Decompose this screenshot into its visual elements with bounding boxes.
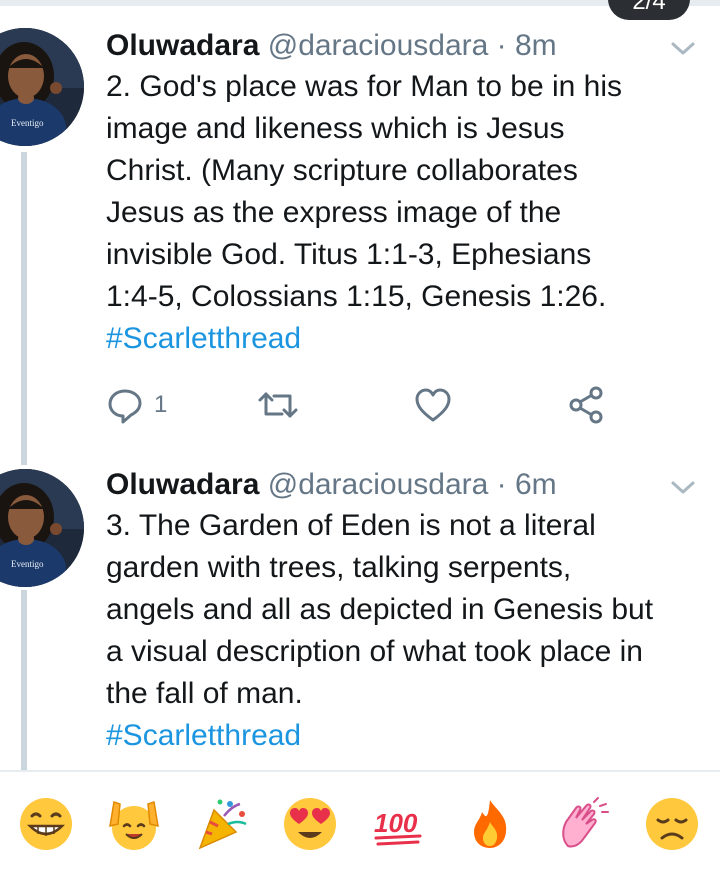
retweet-icon	[258, 392, 298, 418]
chevron-down-icon[interactable]	[668, 477, 698, 497]
author-name[interactable]: Oluwadara	[106, 468, 259, 501]
like-button[interactable]	[414, 385, 452, 425]
tweet-header: Oluwadara @daraciousdara · 6m	[106, 467, 557, 503]
tweet-line: Christ. (Many scripture collaborates	[106, 154, 578, 187]
tweet-line: 2. God's place was for Man to be in his	[106, 70, 622, 103]
share-icon	[569, 386, 603, 424]
tweet-line: garden with trees, talking serpents,	[106, 551, 572, 584]
tweet-time: · 8m	[496, 29, 557, 62]
tweet-line: invisible God. Titus 1:1-3, Ephesians	[106, 238, 592, 271]
author-handle[interactable]: @daraciousdara	[268, 29, 489, 62]
thread-line	[21, 590, 27, 770]
raising-hands-emoji[interactable]	[106, 796, 162, 852]
thread-line	[21, 152, 27, 465]
tweet-line: image and likeness which is Jesus	[106, 112, 565, 145]
tweet-1[interactable]: Eventigo Oluwadara @daraciousdara · 8m 2…	[0, 0, 720, 465]
fire-emoji[interactable]	[462, 796, 518, 852]
chevron-down-icon[interactable]	[668, 38, 698, 58]
party-popper-emoji[interactable]	[194, 796, 250, 852]
tweet-time: · 6m	[496, 468, 557, 501]
hashtag-link[interactable]: #Scarletthread	[106, 318, 706, 360]
svg-text:100: 100	[374, 808, 418, 838]
disappointed-face-emoji[interactable]	[644, 796, 700, 852]
tweet-line: 3. The Garden of Eden is not a literal	[106, 509, 596, 542]
retweet-button[interactable]	[256, 385, 300, 425]
tweet-text: 2. God's place was for Man to be in his …	[106, 66, 706, 360]
reply-icon	[108, 389, 142, 424]
author-name[interactable]: Oluwadara	[106, 29, 259, 62]
reply-button[interactable]: 1	[106, 385, 167, 425]
hashtag-link[interactable]: #Scarletthread	[106, 715, 706, 757]
tweet-2[interactable]: Eventigo Oluwadara @daraciousdara · 6m 3…	[0, 465, 720, 770]
clapping-hands-emoji[interactable]	[554, 796, 610, 852]
share-button[interactable]	[566, 385, 606, 425]
tweet-line: Jesus as the express image of the	[106, 196, 562, 229]
reply-count: 1	[154, 391, 168, 418]
heart-eyes-emoji[interactable]	[282, 796, 338, 852]
tweet-header: Oluwadara @daraciousdara · 8m	[106, 28, 557, 64]
avatar-logo-text: Eventigo	[11, 118, 44, 128]
tweet-actions: 1	[106, 385, 626, 425]
avatar-logo-text: Eventigo	[11, 559, 44, 569]
tweet-line: angels and all as depicted in Genesis bu…	[106, 593, 654, 626]
hundred-points-emoji[interactable]: 100	[370, 796, 426, 852]
like-icon	[415, 388, 451, 422]
avatar[interactable]: Eventigo	[0, 28, 84, 146]
emoji-bar: 100	[0, 770, 720, 870]
tweet-line: a visual description of what took place …	[106, 635, 643, 668]
avatar[interactable]: Eventigo	[0, 469, 84, 587]
author-handle[interactable]: @daraciousdara	[268, 468, 489, 501]
tweet-line: 1:4-5, Colossians 1:15, Genesis 1:26.	[106, 280, 607, 313]
tweet-text: 3. The Garden of Eden is not a literal g…	[106, 505, 706, 757]
grinning-face-emoji[interactable]	[18, 796, 74, 852]
tweet-line: the fall of man.	[106, 677, 303, 710]
